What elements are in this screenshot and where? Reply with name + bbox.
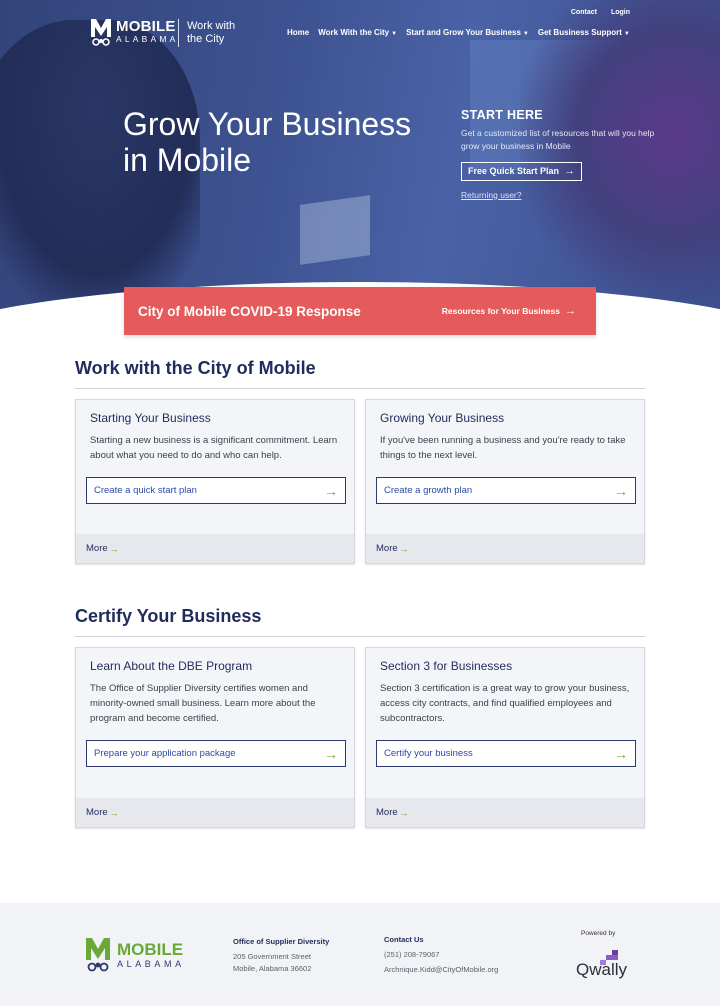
card-description: The Office of Supplier Diversity certifi… — [90, 683, 316, 724]
caret-down-icon: ▼ — [623, 31, 630, 37]
covid-title: City of Mobile COVID-19 Response — [138, 303, 361, 319]
prepare-application-button[interactable]: Prepare your application package → — [86, 740, 346, 767]
section-divider — [75, 636, 645, 637]
card-section-3: Section 3 for Businesses Section 3 certi… — [365, 647, 645, 828]
nav-business-support[interactable]: Get Business Support ▼ — [538, 28, 630, 37]
mobile-m-logo-icon — [91, 19, 111, 46]
arrow-right-icon: → — [399, 807, 409, 818]
contact-link[interactable]: Contact — [571, 9, 597, 16]
start-here-panel: START HERE Get a customized list of reso… — [461, 108, 661, 200]
hero-title: Grow Your Business in Mobile — [123, 106, 412, 178]
footer-email[interactable]: Archnique.Kidd@CityOfMobile.org — [384, 964, 498, 976]
card-title: Learn About the DBE Program — [90, 659, 253, 673]
hero-photo-box — [300, 195, 370, 265]
logo-subtitle: ALABAMA — [116, 34, 179, 44]
footer-phone[interactable]: (251) 208-79067 — [384, 949, 498, 961]
footer-logo-wordmark: MOBILE — [117, 939, 184, 959]
nav-work-with-city[interactable]: Work With the City ▼ — [318, 28, 397, 37]
nav-work-with-city-label: Work With the City — [318, 28, 390, 37]
more-label: More — [86, 543, 108, 554]
hero-banner: MOBILE ALABAMA Work with the City Contac… — [0, 0, 720, 312]
arrow-right-icon: → — [399, 543, 409, 554]
card-button-label: Certify your business — [384, 748, 473, 759]
card-more-link[interactable]: More → — [76, 798, 354, 827]
utility-nav: Contact Login — [571, 9, 630, 16]
nav-home-label: Home — [287, 28, 310, 37]
logo-tagline: Work with the City — [187, 20, 236, 45]
covid-resources-link[interactable]: Resources for Your Business → — [442, 305, 576, 317]
arrow-right-icon: → — [614, 745, 628, 762]
nav-start-grow[interactable]: Start and Grow Your Business ▼ — [406, 28, 529, 37]
arrow-right-icon: → — [564, 165, 576, 177]
arrow-right-icon: → — [109, 543, 119, 554]
create-quick-start-plan-button[interactable]: Create a quick start plan → — [86, 477, 346, 504]
caret-down-icon: ▼ — [522, 31, 529, 37]
site-logo[interactable]: MOBILE ALABAMA — [90, 17, 179, 47]
logo-divider — [178, 19, 179, 47]
arrow-right-icon: → — [324, 482, 338, 499]
card-starting-business: Starting Your Business Starting a new bu… — [75, 399, 355, 564]
footer-office: Office of Supplier Diversity 205 Governm… — [233, 936, 329, 975]
login-link[interactable]: Login — [611, 9, 630, 16]
arrow-right-icon: → — [565, 305, 576, 317]
card-dbe-program: Learn About the DBE Program The Office o… — [75, 647, 355, 828]
arrow-right-icon: → — [324, 745, 338, 762]
more-label: More — [376, 543, 398, 554]
card-description: If you've been running a business and yo… — [380, 435, 626, 461]
free-quick-start-label: Free Quick Start Plan — [468, 166, 560, 176]
start-here-description: Get a customized list of resources that … — [461, 128, 655, 151]
free-quick-start-button[interactable]: Free Quick Start Plan → — [461, 161, 583, 181]
mobile-m-logo-icon — [86, 938, 110, 972]
logo-wordmark: MOBILE — [116, 18, 176, 35]
section-title-work-with-city: Work with the City of Mobile — [75, 358, 316, 378]
card-more-link[interactable]: More → — [366, 534, 644, 563]
card-title: Growing Your Business — [380, 411, 505, 425]
footer-address-line-2: Mobile, Alabama 36602 — [233, 964, 312, 973]
footer-logo-subtitle: ALABAMA — [117, 958, 185, 969]
card-description: Section 3 certification is a great way t… — [380, 683, 630, 724]
nav-home[interactable]: Home — [287, 28, 309, 37]
start-here-title: START HERE — [461, 108, 543, 122]
returning-user-link[interactable]: Returning user? — [461, 190, 661, 200]
card-more-link[interactable]: More → — [366, 798, 644, 827]
powered-by-label: Powered by — [581, 930, 616, 937]
arrow-right-icon: → — [109, 807, 119, 818]
footer-logo[interactable]: MOBILE ALABAMA — [85, 936, 185, 974]
card-button-label: Create a quick start plan — [94, 485, 197, 496]
footer-contact: Contact Us (251) 208-79067 Archnique.Kid… — [384, 934, 498, 976]
card-growing-business: Growing Your Business If you've been run… — [365, 399, 645, 564]
qwally-logo[interactable]: Qwally — [576, 960, 627, 980]
create-growth-plan-button[interactable]: Create a growth plan → — [376, 477, 636, 504]
card-more-link[interactable]: More → — [76, 534, 354, 563]
more-label: More — [86, 807, 108, 818]
footer-contact-title: Contact Us — [384, 935, 424, 944]
section-divider — [75, 388, 645, 389]
more-label: More — [376, 807, 398, 818]
card-title: Section 3 for Businesses — [380, 659, 513, 673]
card-button-label: Create a growth plan — [384, 485, 473, 496]
card-description: Starting a new business is a significant… — [90, 435, 338, 461]
nav-business-support-label: Get Business Support — [537, 28, 622, 37]
footer-address-line-1: 205 Government Street — [233, 952, 311, 961]
section-title-certify: Certify Your Business — [75, 606, 262, 626]
certify-business-button[interactable]: Certify your business → — [376, 740, 636, 767]
main-nav: Home Work With the City ▼ Start and Grow … — [287, 28, 630, 37]
footer-office-title: Office of Supplier Diversity — [233, 937, 330, 946]
caret-down-icon: ▼ — [391, 31, 398, 37]
card-title: Starting Your Business — [90, 411, 211, 425]
card-button-label: Prepare your application package — [94, 748, 236, 759]
covid-resources-label: Resources for Your Business — [441, 306, 560, 316]
arrow-right-icon: → — [614, 482, 628, 499]
nav-start-grow-label: Start and Grow Your Business — [406, 28, 521, 37]
covid-banner[interactable]: City of Mobile COVID-19 Response Resourc… — [124, 287, 596, 335]
